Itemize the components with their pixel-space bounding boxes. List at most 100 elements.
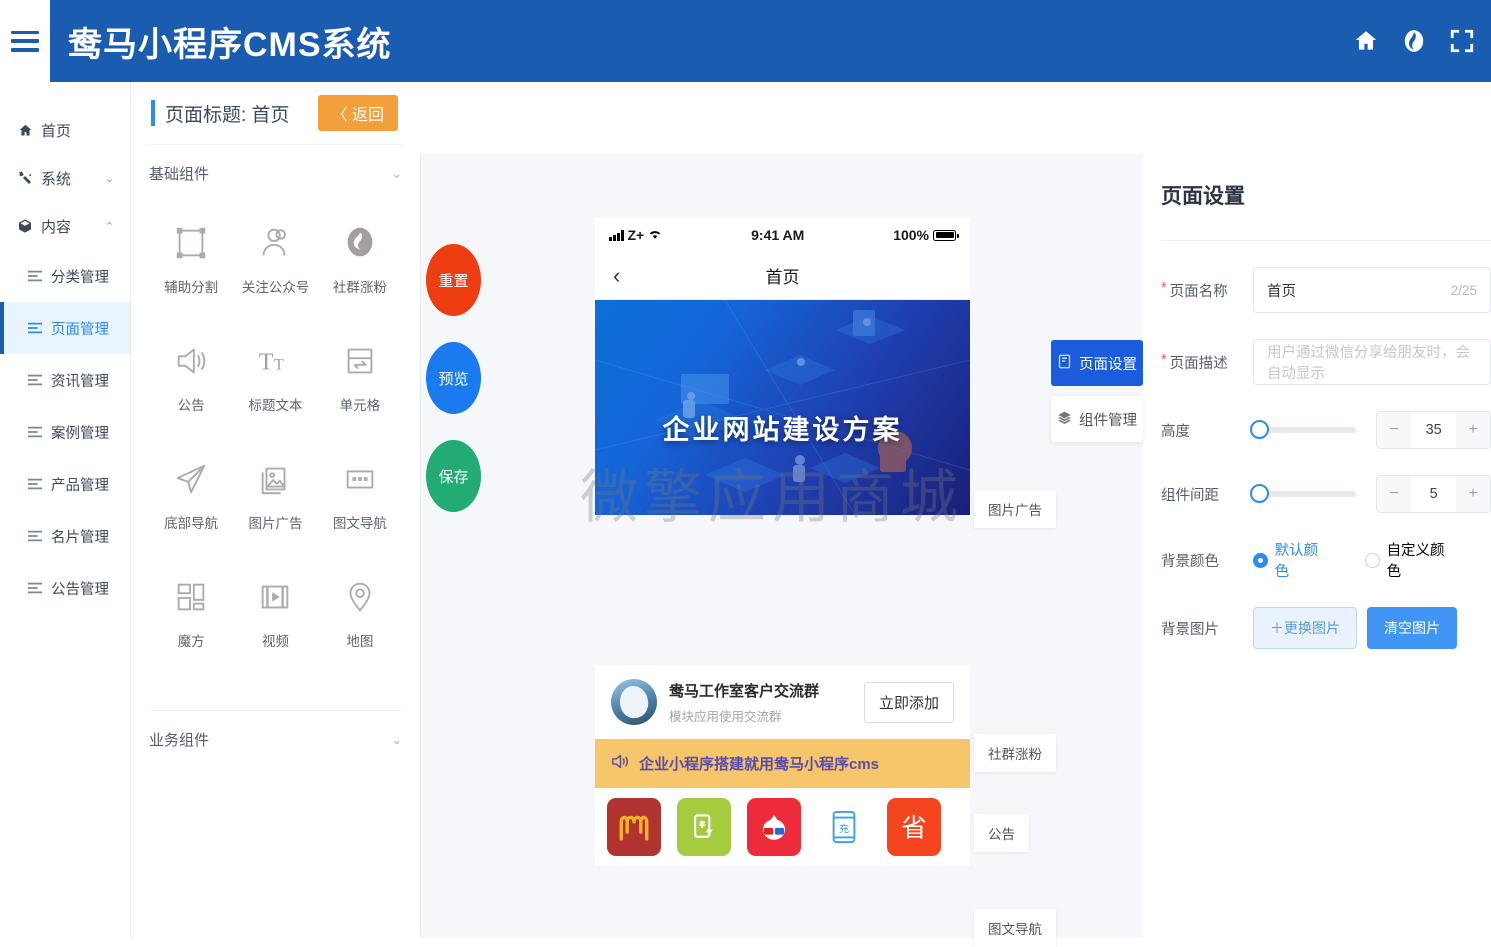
back-chevron-icon[interactable]: ‹: [613, 263, 620, 289]
save-money-icon[interactable]: 省: [887, 798, 941, 856]
palette-item-label: 底部导航: [164, 516, 219, 531]
notice-component[interactable]: 企业小程序搭建就用鸯马小程序cms: [595, 739, 970, 788]
palette-item-map[interactable]: 地图: [318, 566, 402, 658]
tab-page-settings[interactable]: 页面设置: [1051, 340, 1143, 386]
sidebar-item-news[interactable]: 资讯管理: [0, 354, 130, 406]
mcdonalds-icon[interactable]: [607, 798, 661, 856]
tab-component-manage[interactable]: 组件管理: [1051, 396, 1143, 442]
wrench-icon: [16, 170, 34, 186]
settings-panel: 页面设置 * 页面名称 首页 2/25 * 页面描述 用户通过微信分享给朋友时，…: [1143, 154, 1491, 938]
component-tag-notice[interactable]: 公告: [974, 814, 1029, 852]
tab-label: 页面设置: [1079, 356, 1137, 373]
palette-item-cell[interactable]: 单元格: [318, 330, 402, 422]
component-tag-fans[interactable]: 社群涨粉: [974, 734, 1056, 772]
slider-knob[interactable]: [1250, 484, 1269, 503]
app-title: 鸯马小程序CMS系统: [68, 25, 392, 64]
sidebar-item-card[interactable]: 名片管理: [0, 510, 130, 562]
sidebar-item-page[interactable]: 页面管理: [0, 302, 130, 354]
svg-text:充: 充: [839, 823, 849, 836]
field-bg-color: 背景颜色 默认颜色 自定义颜色: [1161, 539, 1491, 581]
sidebar-item-notice[interactable]: 公告管理: [0, 562, 130, 614]
palette-section-basic[interactable]: 基础组件 ⌄: [149, 144, 402, 202]
list-icon: [28, 374, 42, 386]
settings-title: 页面设置: [1161, 185, 1245, 208]
sidebar-item-category[interactable]: 分类管理: [0, 250, 130, 302]
palette-item-nav-grid[interactable]: 图文导航: [318, 448, 402, 540]
reset-button[interactable]: 重置: [426, 244, 481, 316]
component-tag-image-ad[interactable]: 图片广告: [974, 490, 1056, 528]
page-desc-input[interactable]: 用户通过微信分享给朋友时，会自动显示: [1253, 339, 1491, 385]
content-header: 页面标题: 首页 〈 返回: [131, 82, 1491, 144]
height-slider[interactable]: [1250, 420, 1357, 439]
component-tag-nav[interactable]: 图文导航: [974, 909, 1056, 947]
back-button[interactable]: 〈 返回: [317, 95, 399, 131]
sidebar-nav: 首页 系统 ⌄ 内容 ⌃ 分类管理 页面管理 资讯管理 案例管理 产品管理 名片…: [0, 82, 131, 938]
input-value: 首页: [1267, 283, 1296, 300]
palette-item-announcement[interactable]: 公告: [149, 330, 233, 422]
banner-component[interactable]: 企业网站建设方案: [595, 300, 970, 515]
group-card-title: 鸯马工作室客户交流群: [669, 682, 820, 700]
app-icon-row-component[interactable]: 充 省: [595, 788, 970, 866]
spacing-minus-button[interactable]: −: [1377, 476, 1412, 512]
carrier-label: Z+: [627, 227, 645, 243]
phone-nav-bar: ‹ 首页: [595, 252, 970, 300]
group-card-component[interactable]: 鸯马工作室客户交流群 模块应用使用交流群 立即添加: [595, 665, 970, 739]
palette-item-image-ad[interactable]: 图片广告: [233, 448, 317, 540]
preview-button[interactable]: 预览: [426, 342, 481, 414]
list-icon: [28, 582, 42, 594]
palette-item-label: 地图: [346, 634, 374, 649]
status-battery-group: 100%: [893, 227, 959, 243]
sidebar-item-system[interactable]: 系统 ⌄: [0, 154, 130, 202]
palette-item-label: 辅助分割: [164, 280, 219, 295]
page-name-input[interactable]: 首页 2/25: [1253, 267, 1491, 313]
radio-dot-icon: [1364, 552, 1380, 568]
clear-image-button[interactable]: 清空图片: [1367, 607, 1457, 649]
radio-custom-color[interactable]: 自定义颜色: [1364, 539, 1457, 581]
add-group-button[interactable]: 立即添加: [863, 681, 954, 723]
user-avatar-icon[interactable]: [1401, 28, 1427, 54]
spacing-slider[interactable]: [1250, 484, 1357, 503]
save-button[interactable]: 保存: [426, 440, 481, 512]
palette-item-magiccube[interactable]: 魔方: [149, 566, 233, 658]
spacing-value[interactable]: 5: [1411, 476, 1456, 512]
avatar: [611, 679, 657, 725]
fullscreen-icon[interactable]: [1449, 28, 1475, 54]
chevron-up-icon: ⌃: [104, 220, 114, 233]
radio-default-color[interactable]: 默认颜色: [1253, 539, 1331, 581]
palette-item-bottom-nav[interactable]: 底部导航: [149, 448, 233, 540]
radio-label: 默认颜色: [1274, 543, 1319, 580]
height-minus-button[interactable]: −: [1377, 412, 1412, 448]
sidebar-item-label: 首页: [41, 122, 72, 140]
height-value[interactable]: 35: [1411, 412, 1456, 448]
palette-section-title: 业务组件: [149, 732, 210, 749]
height-plus-button[interactable]: +: [1456, 412, 1490, 448]
sidebar-item-case[interactable]: 案例管理: [0, 406, 130, 458]
hamburger-menu-button[interactable]: [0, 0, 50, 82]
sidebar-item-product[interactable]: 产品管理: [0, 458, 130, 510]
palette-item-title-text[interactable]: T T 标题文本: [233, 330, 317, 422]
recharge-phone-icon[interactable]: [677, 798, 731, 856]
sidebar-item-content[interactable]: 内容 ⌃: [0, 202, 130, 250]
palette-section-business[interactable]: 业务组件 ⌄: [149, 710, 402, 768]
phone-status-bar: Z+ 9:41 AM 100%: [595, 218, 970, 252]
palette-item-follow[interactable]: 关注公众号: [233, 212, 317, 304]
page-title: 页面标题: 首页: [165, 104, 290, 126]
spacing-plus-button[interactable]: +: [1456, 476, 1490, 512]
field-spacing: 组件间距 − 5 +: [1161, 475, 1491, 513]
sidebar-item-label: 系统: [41, 170, 72, 188]
char-counter: 2/25: [1450, 282, 1477, 298]
field-height: 高度 − 35 +: [1161, 411, 1491, 449]
glasses-face-icon[interactable]: [747, 798, 801, 856]
palette-item-label: 视频: [261, 634, 289, 649]
palette-item-split[interactable]: 辅助分割: [149, 212, 233, 304]
home-icon[interactable]: [1353, 28, 1379, 54]
list-icon: [28, 270, 42, 282]
phone-topup-icon[interactable]: 充: [817, 798, 871, 856]
palette-item-label: 单元格: [339, 398, 381, 413]
chevron-down-icon: ⌄: [104, 172, 114, 185]
slider-knob[interactable]: [1250, 420, 1269, 439]
palette-item-fans[interactable]: 社群涨粉: [318, 212, 402, 304]
palette-item-video[interactable]: 视频: [233, 566, 317, 658]
sidebar-item-home[interactable]: 首页: [0, 106, 130, 154]
replace-image-button[interactable]: ＋更换图片: [1253, 607, 1357, 649]
